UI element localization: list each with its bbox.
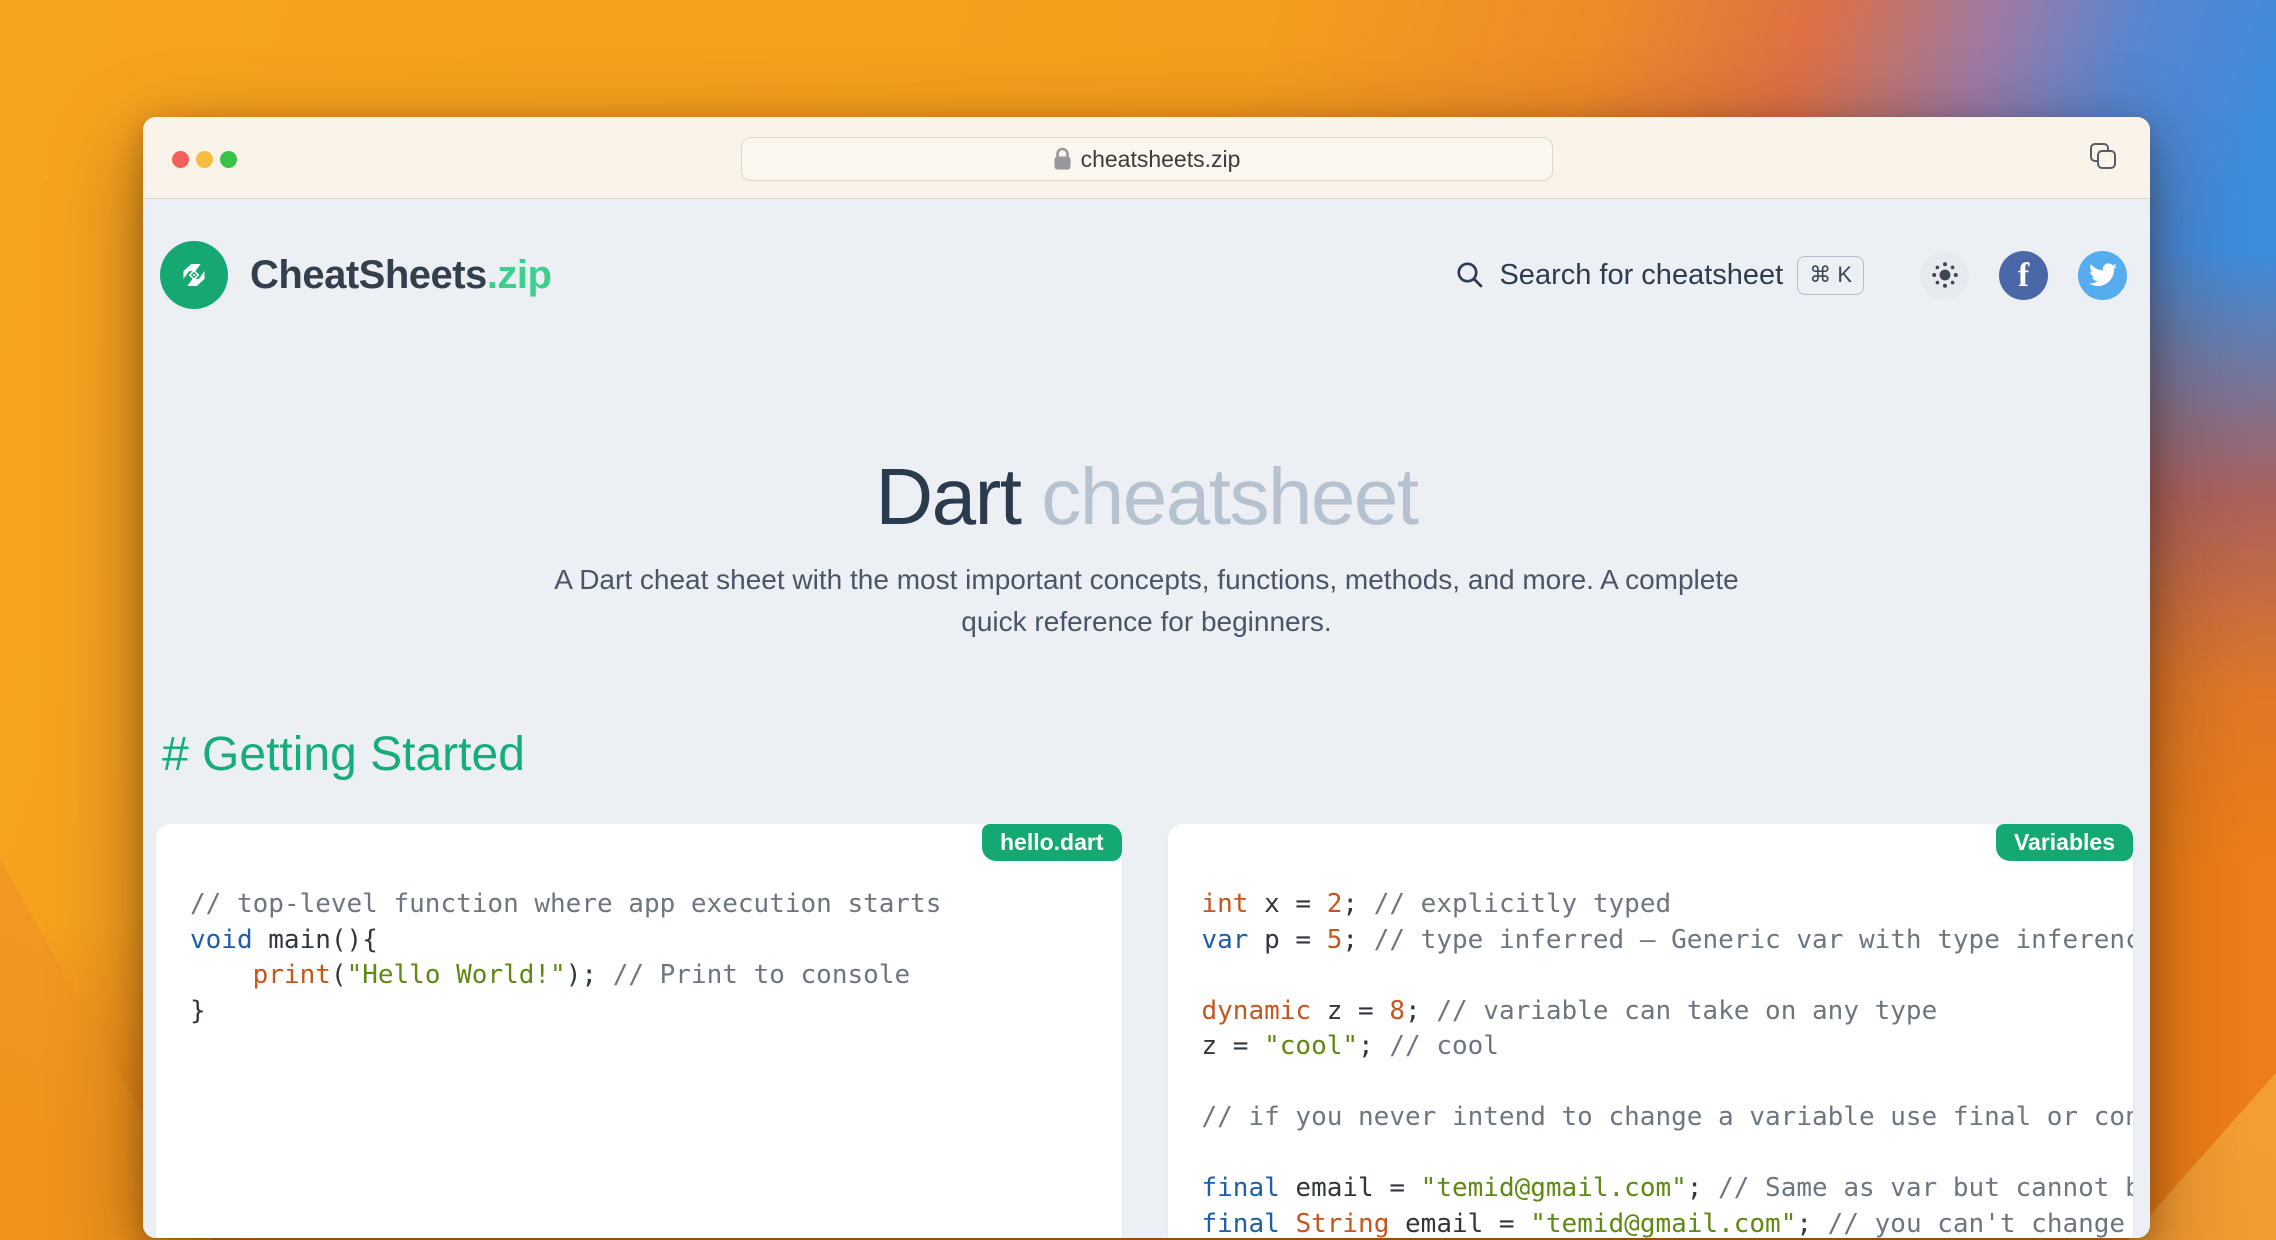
sun-icon (1931, 261, 1959, 289)
cheatsheets-logo-icon (160, 241, 228, 309)
brand-link[interactable]: CheatSheets.zip (160, 241, 551, 309)
browser-titlebar: cheatsheets.zip (143, 117, 2150, 199)
minimize-button[interactable] (196, 151, 213, 168)
code-card-variables: Variables int x = 2; // explicitly typed… (1168, 824, 2134, 1238)
twitter-icon (2089, 263, 2117, 287)
page-title-secondary: cheatsheet (1041, 452, 1417, 541)
brand-name: CheatSheets.zip (250, 253, 551, 298)
url-bar[interactable]: cheatsheets.zip (741, 137, 1553, 181)
site-header: CheatSheets.zip Search for cheatsheet ⌘ … (143, 199, 2150, 309)
code-block: // top-level function where app executio… (156, 824, 1122, 1059)
search-label: Search for cheatsheet (1499, 259, 1783, 292)
theme-toggle-button[interactable] (1920, 251, 1969, 300)
brand-suffix: .zip (487, 253, 552, 297)
page-subtitle: A Dart cheat sheet with the most importa… (143, 559, 2150, 643)
search-icon (1455, 260, 1485, 290)
card-badge: hello.dart (982, 824, 1122, 861)
search-button[interactable]: Search for cheatsheet ⌘ K (1455, 256, 1864, 295)
facebook-button[interactable]: f (1999, 251, 2048, 300)
fullscreen-button[interactable] (220, 151, 237, 168)
traffic-lights (172, 151, 237, 168)
show-tabs-button[interactable] (2088, 141, 2120, 173)
page-title: Dart cheatsheet (143, 449, 2150, 544)
code-cards: hello.dart // top-level function where a… (143, 824, 2150, 1238)
close-button[interactable] (172, 151, 189, 168)
card-badge: Variables (1996, 824, 2133, 861)
section-heading-getting-started[interactable]: # Getting Started (162, 727, 2150, 783)
code-block: int x = 2; // explicitly typedvar p = 5;… (1168, 824, 2134, 1238)
page-title-primary: Dart (875, 452, 1020, 541)
browser-window: cheatsheets.zip CheatSheets.zip (143, 117, 2150, 1238)
search-shortcut: ⌘ K (1797, 256, 1864, 295)
page-content: CheatSheets.zip Search for cheatsheet ⌘ … (143, 199, 2150, 1238)
header-actions: Search for cheatsheet ⌘ K (1455, 251, 2127, 300)
lock-icon (1053, 147, 1072, 171)
code-card-hello-dart: hello.dart // top-level function where a… (156, 824, 1122, 1238)
twitter-button[interactable] (2078, 251, 2127, 300)
hero: Dart cheatsheet A Dart cheat sheet with … (143, 449, 2150, 643)
facebook-icon: f (2018, 259, 2029, 293)
url-text: cheatsheets.zip (1081, 146, 1241, 173)
